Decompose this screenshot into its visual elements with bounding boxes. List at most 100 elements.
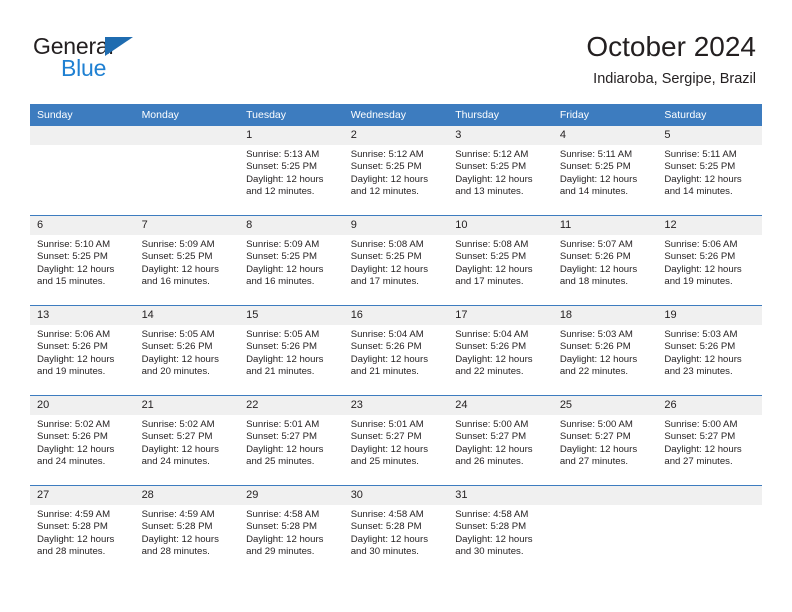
calendar-day-cell[interactable]: 28 Sunrise: 4:59 AM Sunset: 5:28 PM Dayligh…: [134, 485, 240, 575]
calendar-day-cell[interactable]: 18 Sunrise: 5:03 AM Sunset: 5:26 PM Dayligh…: [552, 305, 658, 396]
calendar-day-cell[interactable]: 1 Sunrise: 5:13 AM Sunset: 5:25 PM Daylight…: [239, 126, 344, 216]
day-details: Sunrise: 4:58 AM Sunset: 5:28 PM Daylight:…: [239, 505, 344, 558]
calendar-table: Sunday Monday Tuesday Wednesday Thursday…: [30, 104, 762, 575]
day-detail-line: Daylight: 12 hours: [559, 263, 638, 275]
day-detail-line: Daylight: 12 hours: [664, 443, 742, 455]
calendar-day-cell[interactable]: 27 Sunrise: 4:59 AM Sunset: 5:28 PM Dayligh…: [30, 485, 135, 575]
day-detail-line: and 14 minutes.: [664, 185, 733, 197]
weekday-header-tuesday: Tuesday: [239, 104, 344, 126]
day-detail-line: Daylight: 12 hours: [350, 533, 429, 545]
day-cell-inner: 12 Sunrise: 5:06 AM Sunset: 5:26 PM Dayligh…: [657, 216, 762, 306]
calendar-day-cell[interactable]: 9 Sunrise: 5:08 AM Sunset: 5:25 PM Daylight…: [343, 215, 449, 306]
calendar-day-cell[interactable]: 4 Sunrise: 5:11 AM Sunset: 5:25 PM Daylight…: [552, 126, 658, 216]
day-detail-line: and 28 minutes.: [37, 545, 106, 557]
day-number: 14: [134, 306, 240, 325]
calendar-day-cell[interactable]: 30 Sunrise: 4:58 AM Sunset: 5:28 PM Dayligh…: [343, 485, 449, 575]
day-details: Sunrise: 5:03 AM Sunset: 5:26 PM Daylight:…: [657, 325, 762, 378]
calendar-empty-cell: [30, 126, 135, 216]
day-detail-line: Sunset: 5:28 PM: [141, 521, 213, 533]
weekday-header-saturday: Saturday: [657, 104, 762, 126]
weekday-header-sunday: Sunday: [30, 104, 135, 126]
day-detail-line: Sunrise: 5:08 AM: [350, 239, 424, 250]
day-cell-inner: 20 Sunrise: 5:02 AM Sunset: 5:26 PM Dayligh…: [30, 396, 135, 486]
calendar-day-cell[interactable]: 23 Sunrise: 5:01 AM Sunset: 5:27 PM Dayligh…: [343, 395, 449, 486]
day-detail-line: Daylight: 12 hours: [350, 443, 429, 455]
calendar-day-cell[interactable]: 5 Sunrise: 5:11 AM Sunset: 5:25 PM Daylight…: [657, 126, 762, 216]
day-detail-line: Sunrise: 5:13 AM: [246, 149, 320, 160]
calendar-day-cell[interactable]: 3 Sunrise: 5:12 AM Sunset: 5:25 PM Daylight…: [448, 126, 553, 216]
calendar-day-cell[interactable]: 2 Sunrise: 5:12 AM Sunset: 5:25 PM Daylight…: [343, 126, 449, 216]
day-number: 9: [343, 216, 449, 235]
day-detail-line: Sunset: 5:28 PM: [455, 521, 527, 533]
day-detail-line: and 24 minutes.: [37, 455, 106, 467]
day-detail-line: Daylight: 12 hours: [37, 533, 115, 545]
calendar-day-cell[interactable]: 13 Sunrise: 5:06 AM Sunset: 5:26 PM Dayligh…: [30, 305, 135, 396]
day-number: 23: [343, 396, 449, 415]
day-details: Sunrise: 5:04 AM Sunset: 5:26 PM Daylight:…: [448, 325, 553, 378]
day-number: 6: [30, 216, 135, 235]
day-number: 25: [552, 396, 658, 415]
calendar-day-cell[interactable]: 8 Sunrise: 5:09 AM Sunset: 5:25 PM Daylight…: [239, 215, 344, 306]
day-detail-line: Sunrise: 5:11 AM: [664, 149, 737, 160]
calendar-day-cell[interactable]: 26 Sunrise: 5:00 AM Sunset: 5:27 PM Dayligh…: [657, 395, 762, 486]
day-detail-line: Daylight: 12 hours: [664, 173, 742, 185]
day-details: Sunrise: 5:13 AM Sunset: 5:25 PM Daylight:…: [239, 145, 344, 198]
day-details: Sunrise: 4:58 AM Sunset: 5:28 PM Daylight:…: [448, 505, 553, 558]
calendar-day-cell[interactable]: 29 Sunrise: 4:58 AM Sunset: 5:28 PM Dayligh…: [239, 485, 344, 575]
day-details: Sunrise: 5:12 AM Sunset: 5:25 PM Daylight:…: [344, 145, 449, 198]
calendar-day-cell[interactable]: 25 Sunrise: 5:00 AM Sunset: 5:27 PM Dayligh…: [552, 395, 658, 486]
calendar-day-cell[interactable]: 22 Sunrise: 5:01 AM Sunset: 5:27 PM Dayligh…: [239, 395, 344, 486]
day-detail-line: and 16 minutes.: [141, 275, 210, 287]
day-cell-inner: 23 Sunrise: 5:01 AM Sunset: 5:27 PM Dayligh…: [343, 396, 449, 486]
calendar-day-cell[interactable]: 21 Sunrise: 5:02 AM Sunset: 5:27 PM Dayligh…: [134, 395, 240, 486]
day-cell-inner: 25 Sunrise: 5:00 AM Sunset: 5:27 PM Dayligh…: [552, 396, 658, 486]
day-detail-line: and 23 minutes.: [664, 365, 733, 377]
day-detail-line: Sunset: 5:25 PM: [664, 161, 736, 173]
day-number: [30, 126, 135, 145]
day-detail-line: Sunset: 5:26 PM: [37, 431, 108, 443]
day-cell-inner: [657, 486, 762, 575]
calendar-day-cell[interactable]: 19 Sunrise: 5:03 AM Sunset: 5:26 PM Dayligh…: [657, 305, 762, 396]
calendar-day-cell[interactable]: 24 Sunrise: 5:00 AM Sunset: 5:27 PM Dayligh…: [448, 395, 553, 486]
day-detail-line: Sunset: 5:28 PM: [350, 521, 422, 533]
day-number: 24: [448, 396, 553, 415]
day-cell-inner: 1 Sunrise: 5:13 AM Sunset: 5:25 PM Daylight…: [239, 126, 344, 215]
calendar-day-cell[interactable]: 14 Sunrise: 5:05 AM Sunset: 5:26 PM Dayligh…: [134, 305, 240, 396]
day-details: Sunrise: 5:01 AM Sunset: 5:27 PM Daylight:…: [344, 415, 449, 468]
calendar-day-cell[interactable]: 10 Sunrise: 5:08 AM Sunset: 5:25 PM Dayligh…: [448, 215, 553, 306]
day-detail-line: and 24 minutes.: [141, 455, 210, 467]
calendar-day-cell[interactable]: 16 Sunrise: 5:04 AM Sunset: 5:26 PM Dayligh…: [343, 305, 449, 396]
calendar-day-cell[interactable]: 20 Sunrise: 5:02 AM Sunset: 5:26 PM Dayligh…: [30, 395, 135, 486]
day-detail-line: Sunrise: 4:59 AM: [141, 509, 215, 520]
calendar-day-cell[interactable]: 17 Sunrise: 5:04 AM Sunset: 5:26 PM Dayligh…: [448, 305, 553, 396]
day-cell-inner: 18 Sunrise: 5:03 AM Sunset: 5:26 PM Dayligh…: [552, 306, 658, 396]
calendar-page: General Blue October 2024 Indiaroba, Ser…: [0, 0, 792, 612]
calendar-day-cell[interactable]: 7 Sunrise: 5:09 AM Sunset: 5:25 PM Daylight…: [134, 215, 240, 306]
day-details: Sunrise: 5:06 AM Sunset: 5:26 PM Daylight:…: [30, 325, 135, 378]
day-detail-line: Sunset: 5:25 PM: [559, 161, 631, 173]
calendar-day-cell[interactable]: 11 Sunrise: 5:07 AM Sunset: 5:26 PM Dayligh…: [552, 215, 658, 306]
calendar-week-row: 20 Sunrise: 5:02 AM Sunset: 5:26 PM Dayligh…: [30, 395, 762, 486]
day-detail-line: Sunrise: 5:02 AM: [37, 419, 111, 430]
day-details: Sunrise: 5:05 AM Sunset: 5:26 PM Daylight:…: [135, 325, 240, 378]
day-details: Sunrise: 5:08 AM Sunset: 5:25 PM Daylight:…: [344, 235, 449, 288]
day-detail-line: and 20 minutes.: [141, 365, 210, 377]
day-number: 2: [343, 126, 449, 145]
calendar-day-cell[interactable]: 15 Sunrise: 5:05 AM Sunset: 5:26 PM Dayligh…: [239, 305, 344, 396]
calendar-day-cell[interactable]: 6 Sunrise: 5:10 AM Sunset: 5:25 PM Daylight…: [30, 215, 135, 306]
title-block: October 2024 Indiaroba, Sergipe, Brazil: [586, 30, 756, 90]
calendar-day-cell[interactable]: 12 Sunrise: 5:06 AM Sunset: 5:26 PM Dayligh…: [657, 215, 762, 306]
day-cell-inner: 21 Sunrise: 5:02 AM Sunset: 5:27 PM Dayligh…: [134, 396, 240, 486]
day-detail-line: Sunset: 5:28 PM: [246, 521, 318, 533]
day-detail-line: Sunset: 5:27 PM: [455, 431, 527, 443]
general-blue-logo: General Blue: [33, 33, 213, 83]
calendar-day-cell[interactable]: 31 Sunrise: 4:58 AM Sunset: 5:28 PM Dayligh…: [448, 485, 553, 575]
day-cell-inner: 10 Sunrise: 5:08 AM Sunset: 5:25 PM Dayligh…: [448, 216, 553, 306]
day-cell-inner: 7 Sunrise: 5:09 AM Sunset: 5:25 PM Daylight…: [134, 216, 240, 306]
day-cell-inner: 31 Sunrise: 4:58 AM Sunset: 5:28 PM Dayligh…: [448, 486, 553, 575]
day-detail-line: Sunset: 5:25 PM: [246, 251, 318, 263]
day-detail-line: Sunset: 5:25 PM: [350, 251, 422, 263]
day-detail-line: Sunset: 5:25 PM: [141, 251, 213, 263]
calendar-week-row: 13 Sunrise: 5:06 AM Sunset: 5:26 PM Dayligh…: [30, 305, 762, 396]
day-cell-inner: 6 Sunrise: 5:10 AM Sunset: 5:25 PM Daylight…: [30, 216, 135, 306]
